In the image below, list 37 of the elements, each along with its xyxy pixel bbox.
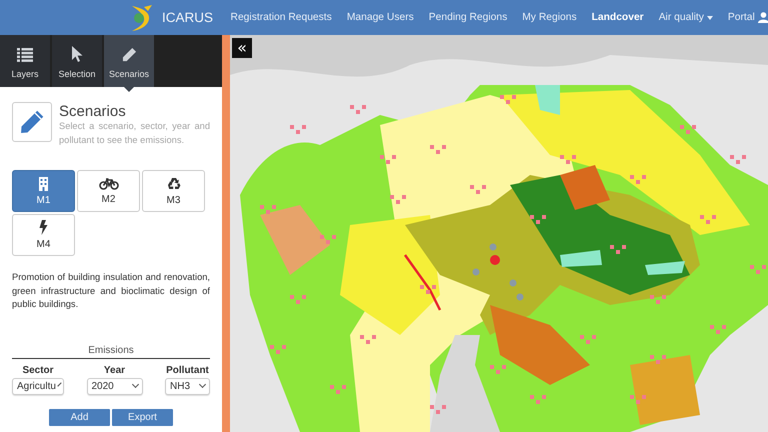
- lightning-bolt-icon: [39, 220, 48, 235]
- collapse-button[interactable]: «: [232, 38, 252, 58]
- scenario-description: Promotion of building insulation and renovation, green infrastructure and bioclimatic design of public buildings.: [12, 271, 210, 311]
- field-label: Pollutant: [166, 364, 209, 376]
- nav-link[interactable]: My Regions: [514, 0, 584, 35]
- pencil-icon: [20, 110, 44, 134]
- nav-link[interactable]: Registration Requests: [223, 0, 340, 35]
- sidebar-tab[interactable]: Layers: [0, 35, 50, 87]
- recycle-icon: [166, 176, 180, 190]
- panel-subtitle: Select a scenario, sector, year and pollutant to see the emissions.: [59, 120, 210, 147]
- caret-icon: [706, 16, 713, 20]
- select-field[interactable]: NH3: [165, 378, 210, 394]
- nav-link[interactable]: Manage Users: [339, 0, 422, 35]
- emissions-heading: Emissions: [12, 344, 210, 358]
- scenario-button[interactable]: M2: [77, 170, 140, 212]
- cursor-icon: [72, 46, 82, 62]
- nav-link[interactable]: Pending Regions: [421, 0, 515, 35]
- select-field[interactable]: 2020: [86, 378, 142, 394]
- select-field[interactable]: Agricultu: [12, 378, 64, 394]
- bicycle-icon: [98, 178, 118, 190]
- scenario-button[interactable]: M1: [12, 170, 75, 212]
- user-icon: [758, 12, 768, 23]
- list-icon: [17, 48, 33, 62]
- pencil-icon: [122, 47, 136, 62]
- action-button[interactable]: Export: [112, 408, 173, 426]
- scenario-button[interactable]: M4: [12, 214, 75, 256]
- building-icon: [39, 176, 48, 190]
- panel-title: Scenarios: [59, 103, 127, 120]
- nav-link[interactable]: Landcover: [584, 0, 652, 35]
- sidebar-tab[interactable]: Selection: [52, 35, 102, 87]
- action-button[interactable]: Add: [49, 408, 110, 426]
- nav-link[interactable]: Air quality: [651, 0, 720, 35]
- nav-link[interactable]: Portal: [720, 0, 768, 35]
- brand-name: ICARUS: [162, 10, 214, 25]
- field-label: Sector: [22, 364, 54, 376]
- field-label: Year: [104, 364, 126, 376]
- scenario-button[interactable]: M3: [142, 170, 205, 212]
